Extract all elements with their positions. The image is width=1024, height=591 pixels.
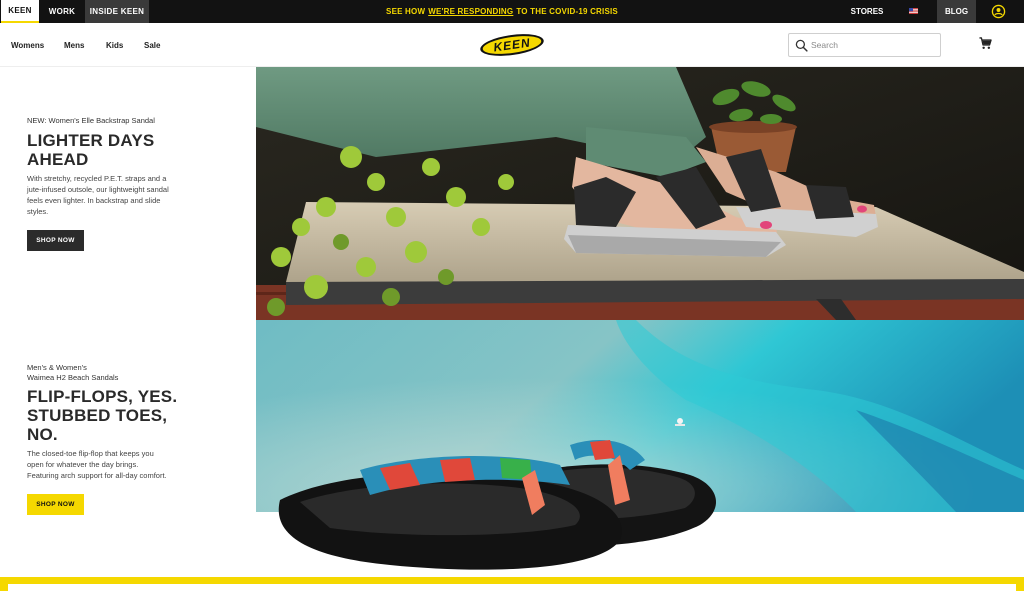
- banner-inner-panel: [8, 584, 1016, 591]
- account-icon[interactable]: [991, 4, 1006, 19]
- hero2-shop-now-button[interactable]: SHOP NOW: [27, 494, 84, 515]
- hero2-headline-line2: STUBBED TOES,: [27, 406, 168, 425]
- nav-sale[interactable]: Sale: [144, 41, 160, 50]
- hero1-body-line1: With stretchy, recycled P.E.T. straps an…: [27, 174, 167, 183]
- tab-keen[interactable]: KEEN: [1, 0, 39, 23]
- hero2-copy: Men's & Women's Waimea H2 Beach Sandals …: [27, 363, 242, 481]
- nav-womens[interactable]: Womens: [11, 41, 44, 50]
- us-flag-icon[interactable]: [909, 8, 918, 14]
- bottom-yellow-banner: [0, 577, 1024, 591]
- hero1-headline-line1: LIGHTER DAYS: [27, 131, 155, 150]
- hero2-eyebrow-line2: Waimea H2 Beach Sandals: [27, 373, 119, 382]
- search-input[interactable]: [811, 37, 937, 53]
- hero2-headline-line1: FLIP-FLOPS, YES.: [27, 387, 178, 406]
- hero1-copy: NEW: Women's Elle Backstrap Sandal LIGHT…: [27, 116, 242, 217]
- cart-icon[interactable]: [979, 37, 992, 50]
- tab-work[interactable]: WORK: [42, 0, 82, 23]
- covid-banner: SEE HOW WE'RE RESPONDING TO THE COVID-19…: [300, 0, 704, 23]
- covid-suffix: TO THE COVID-19 CRISIS: [516, 7, 618, 16]
- utility-bar: KEEN WORK INSIDE KEEN SEE HOW WE'RE RESP…: [0, 0, 1024, 23]
- search-box[interactable]: [788, 33, 941, 57]
- hero1-body-line2: jute-infused outsole, our lightweight sa…: [27, 185, 169, 194]
- hero2-body-line1: The closed-toe flip-flop that keeps you: [27, 449, 154, 458]
- hero1-body-line4: styles.: [27, 207, 49, 216]
- tab-inside-keen[interactable]: INSIDE KEEN: [85, 0, 149, 23]
- covid-prefix: SEE HOW: [386, 7, 426, 16]
- elle-sandal-photo: [256, 67, 1024, 320]
- hero1-body-line3: feels even lighter. In backstrap and sli…: [27, 196, 161, 205]
- hero2-body-line2: open for whatever the day brings.: [27, 460, 139, 469]
- hero1-eyebrow: NEW: Women's Elle Backstrap Sandal: [27, 116, 155, 125]
- hero2-eyebrow-line1: Men's & Women's: [27, 363, 87, 372]
- hero2-headline-line3: NO.: [27, 425, 58, 444]
- keen-logo[interactable]: KEEN: [478, 31, 546, 59]
- hero1-headline-line2: AHEAD: [27, 150, 89, 169]
- covid-link[interactable]: WE'RE RESPONDING: [428, 7, 513, 16]
- hero1-shop-now-button[interactable]: SHOP NOW: [27, 230, 84, 251]
- blog-link[interactable]: BLOG: [937, 0, 976, 23]
- nav-kids[interactable]: Kids: [106, 41, 123, 50]
- hero1-image[interactable]: [256, 67, 1024, 320]
- main-navigation: Womens Mens Kids Sale KEEN: [0, 23, 1024, 67]
- waimea-sandals-product: [278, 440, 717, 570]
- stores-link[interactable]: STORES: [845, 0, 889, 23]
- nav-mens[interactable]: Mens: [64, 41, 84, 50]
- hero2-body-line3: Featuring arch support for all-day comfo…: [27, 471, 167, 480]
- search-icon[interactable]: [795, 39, 808, 52]
